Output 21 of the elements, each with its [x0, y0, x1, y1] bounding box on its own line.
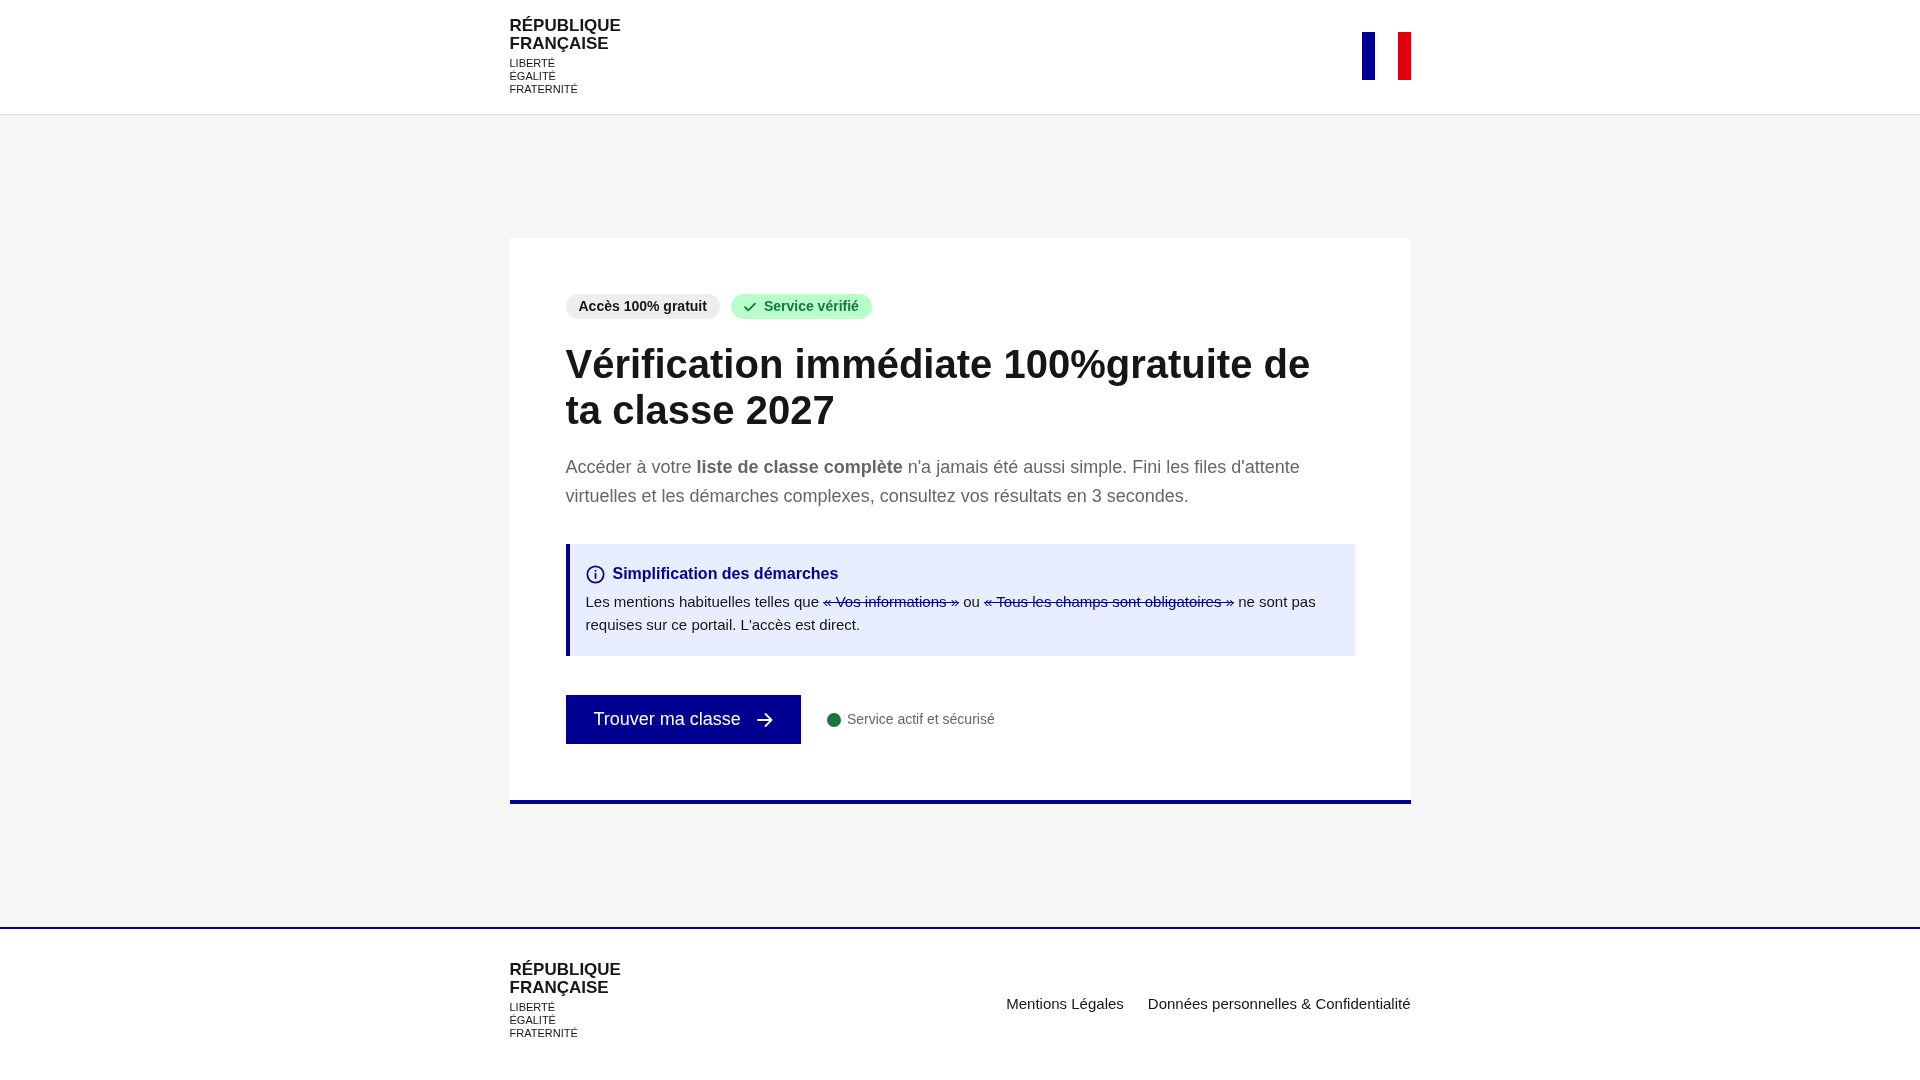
- info-icon: [585, 564, 605, 584]
- arrow-right-icon: [756, 711, 773, 728]
- notice-title: Simplification des démarches: [612, 564, 839, 584]
- gratuit-badge: Accès 100% gratuit: [565, 294, 720, 319]
- strikethrough-link[interactable]: « Vos informations »: [823, 593, 960, 610]
- notice-text: Les mentions habituelles telles que « Vos informations » ou « Tous les champs sont obligatoires » ne sont pas requises sur ce portail. L'accès est direct.: [585, 592, 1317, 635]
- flag-icon: [1361, 32, 1411, 80]
- logo-motto: LIBERTÉ ÉGALITÉ FRATERNITÉ: [509, 1001, 579, 1040]
- logo-title: RÉPUBLIQUE FRANÇAISE: [509, 961, 621, 997]
- check-icon: [743, 301, 756, 312]
- find-class-button[interactable]: Trouver ma classe: [565, 695, 801, 744]
- logo-title: RÉPUBLIQUE FRANÇAISE: [509, 16, 621, 53]
- status-dot-icon: [826, 712, 841, 727]
- intro-paragraph: Accéder à votre liste de classe complète n'a jamais été aussi simple. Fini les files d'attente virtuelles et les démarches complexes, consultez vos résultats en 3 secondes.: [565, 456, 1301, 508]
- verified-badge: Service vérifié: [730, 294, 872, 319]
- footer-link[interactable]: Mentions Légales: [1006, 993, 1124, 1016]
- status-text: Service actif et sécurisé: [846, 710, 995, 729]
- logo-motto: LIBERTÉ ÉGALITÉ FRATERNITÉ: [509, 56, 579, 96]
- footer-link[interactable]: Données personnelles & Confidentialité: [1147, 993, 1411, 1016]
- page-title: Vérification immédiate 100%gratuite de ta classe 2027: [565, 341, 1312, 433]
- strikethrough-link[interactable]: « Tous les champs sont obligatoires »: [984, 593, 1234, 610]
